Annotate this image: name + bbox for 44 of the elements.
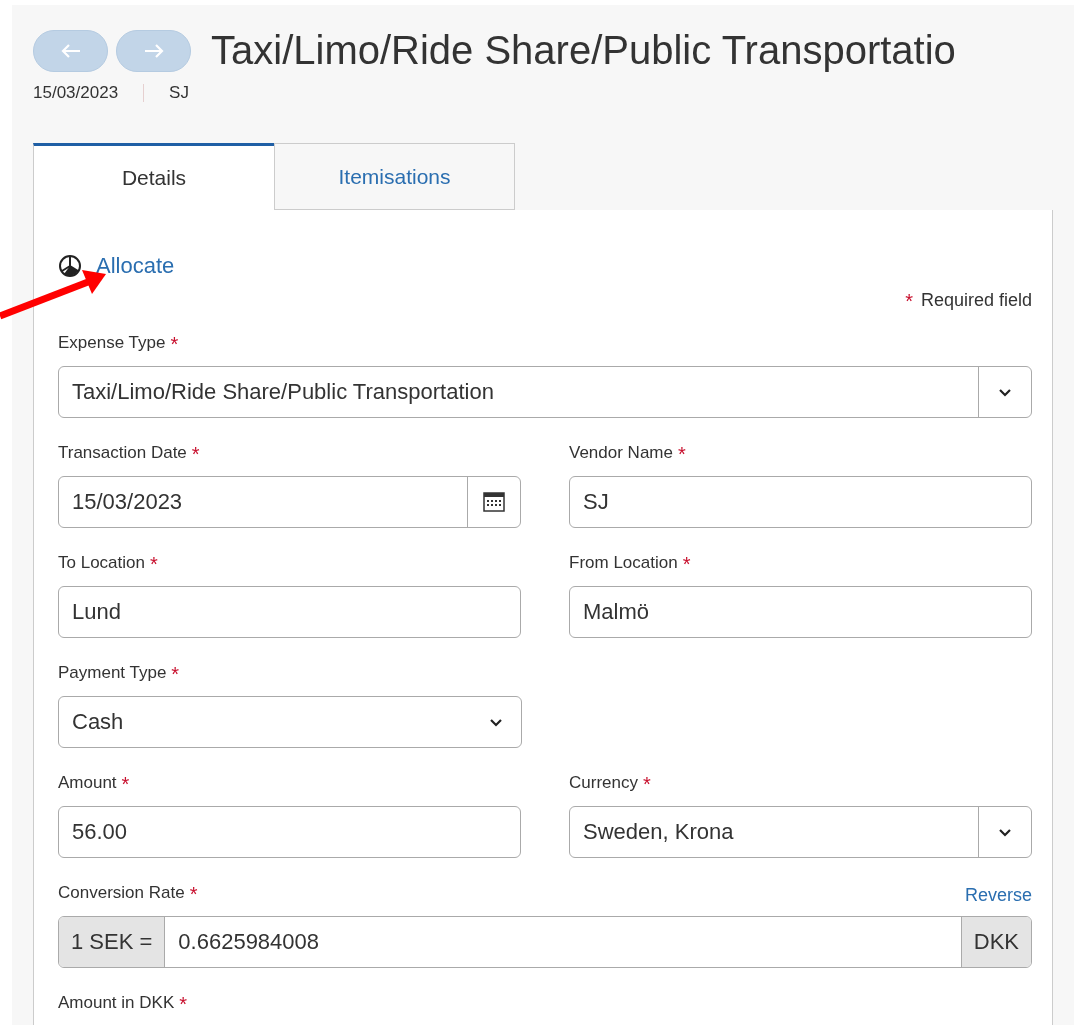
field-label: Amount in DKK [58, 993, 175, 1013]
dropdown-field[interactable]: Sweden, Krona [569, 806, 1032, 858]
expense-date: 15/03/2023 [33, 83, 119, 103]
allocate-link[interactable]: Allocate [96, 253, 175, 279]
required-asterisk: * [179, 993, 188, 1016]
field-label: Amount [58, 773, 117, 793]
required-asterisk: * [189, 883, 198, 906]
field-label: Vendor Name [569, 443, 673, 463]
calendar-icon [483, 492, 505, 512]
required-asterisk: * [170, 333, 179, 356]
pie-chart-icon [58, 254, 82, 278]
required-asterisk: * [149, 553, 158, 576]
tab[interactable]: Details [33, 143, 274, 210]
input-field[interactable]: SJ [569, 476, 1032, 528]
required-asterisk: * [905, 290, 913, 313]
field-label: From Location [569, 553, 678, 573]
left-arrow-icon [59, 42, 82, 59]
field-label: To Location [58, 553, 145, 573]
field-label: Payment Type [58, 663, 167, 683]
field-label: Currency [569, 773, 638, 793]
dropdown-field[interactable]: Cash [58, 696, 522, 748]
required-asterisk: * [642, 773, 651, 796]
page-title: Taxi/Limo/Ride Share/Public Transportatio [211, 28, 956, 73]
required-asterisk: * [191, 443, 200, 466]
vendor-name: SJ [169, 83, 189, 103]
dropdown-field[interactable]: Taxi/Limo/Ride Share/Public Transportation [58, 366, 1032, 418]
date-field[interactable]: 15/03/2023 [58, 476, 521, 528]
tab[interactable]: Itemisations [274, 143, 515, 210]
required-asterisk: * [682, 553, 691, 576]
required-asterisk: * [121, 773, 130, 796]
field-label: Expense Type [58, 333, 166, 353]
field-label: Transaction Date [58, 443, 187, 463]
right-arrow-icon [142, 42, 165, 59]
chevron-down-icon [489, 717, 503, 727]
input-field[interactable]: 56.00 [58, 806, 521, 858]
required-field-note: Required field [920, 290, 1032, 312]
field-label: Conversion Rate [58, 883, 185, 903]
chevron-down-icon [998, 827, 1012, 837]
input-field[interactable]: Malmö [569, 586, 1032, 638]
chevron-down-icon [998, 387, 1012, 397]
input-field[interactable]: Lund [58, 586, 521, 638]
required-asterisk: * [171, 663, 180, 686]
reverse-link[interactable]: Reverse [964, 885, 1032, 906]
required-asterisk: * [677, 443, 686, 466]
